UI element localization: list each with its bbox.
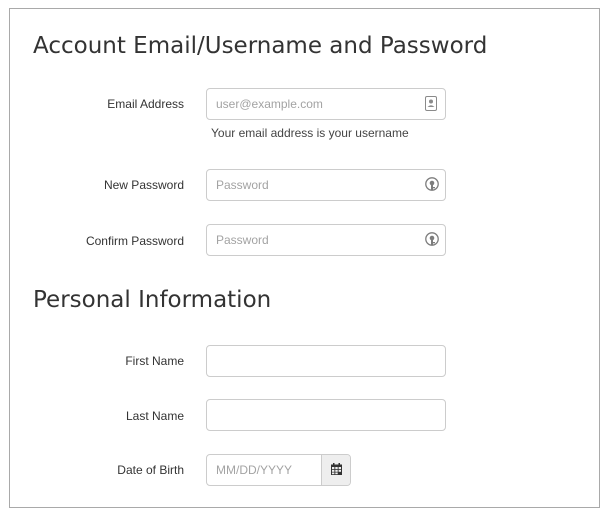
calendar-icon	[331, 463, 342, 475]
last-name-field[interactable]	[206, 399, 446, 431]
calendar-button[interactable]	[321, 455, 350, 485]
first-name-label: First Name	[125, 354, 184, 368]
first-name-field[interactable]	[206, 345, 446, 377]
email-field[interactable]	[206, 88, 446, 120]
password-key-icon[interactable]	[425, 177, 439, 193]
email-help-text: Your email address is your username	[211, 126, 409, 140]
registration-form-panel	[9, 8, 600, 508]
password-key-icon[interactable]	[425, 232, 439, 248]
email-label: Email Address	[107, 97, 184, 111]
date-of-birth-label: Date of Birth	[117, 463, 184, 477]
account-section-title: Account Email/Username and Password	[33, 33, 488, 59]
date-of-birth-field[interactable]	[207, 455, 321, 485]
new-password-field[interactable]	[206, 169, 446, 201]
personal-section-title: Personal Information	[33, 287, 272, 313]
last-name-label: Last Name	[125, 409, 184, 423]
contact-card-icon	[425, 96, 439, 112]
new-password-label: New Password	[103, 178, 184, 192]
confirm-password-field[interactable]	[206, 224, 446, 256]
confirm-password-label: Confirm Password	[85, 234, 184, 248]
date-of-birth-group	[206, 454, 351, 486]
